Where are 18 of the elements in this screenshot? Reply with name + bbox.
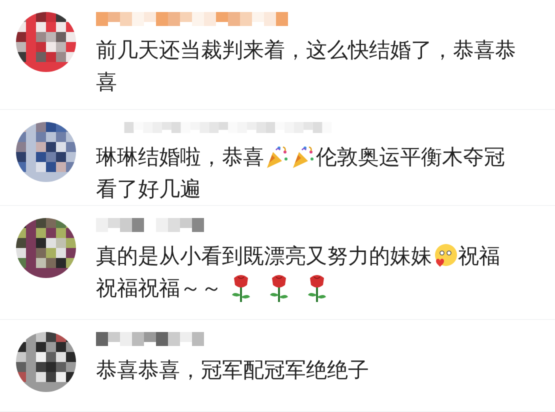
avatar-mosaic-drawing [16, 122, 76, 182]
rose-icon [230, 273, 252, 303]
rose-icon [268, 273, 290, 303]
avatar-mosaic-drawing [16, 12, 76, 72]
comment-text: 前几天还当裁判来着，这么快结婚了，恭喜恭 [96, 37, 516, 64]
rose-icon [306, 273, 328, 303]
comment-text: 琳琳结婚啦，恭喜 [96, 144, 264, 171]
party-popper-icon [264, 144, 290, 170]
party-popper-icon [290, 144, 316, 170]
avatar-mosaic-drawing [16, 332, 76, 392]
comment-text: 祝福祝福～～ [96, 275, 222, 302]
comment-text: 喜 [96, 69, 117, 96]
comment-text: 看了好几遍 [96, 176, 201, 203]
comment-text: 祝福 [458, 243, 500, 270]
avatar-mosaic-drawing [16, 218, 76, 278]
comment-text: 真的是从小看到既漂亮又努力的妹妹 [96, 243, 432, 270]
comment-text: 伦敦奥运平衡木夺冠 [316, 144, 505, 171]
comment-text: 恭喜恭喜，冠军配冠军绝绝子 [96, 357, 369, 384]
